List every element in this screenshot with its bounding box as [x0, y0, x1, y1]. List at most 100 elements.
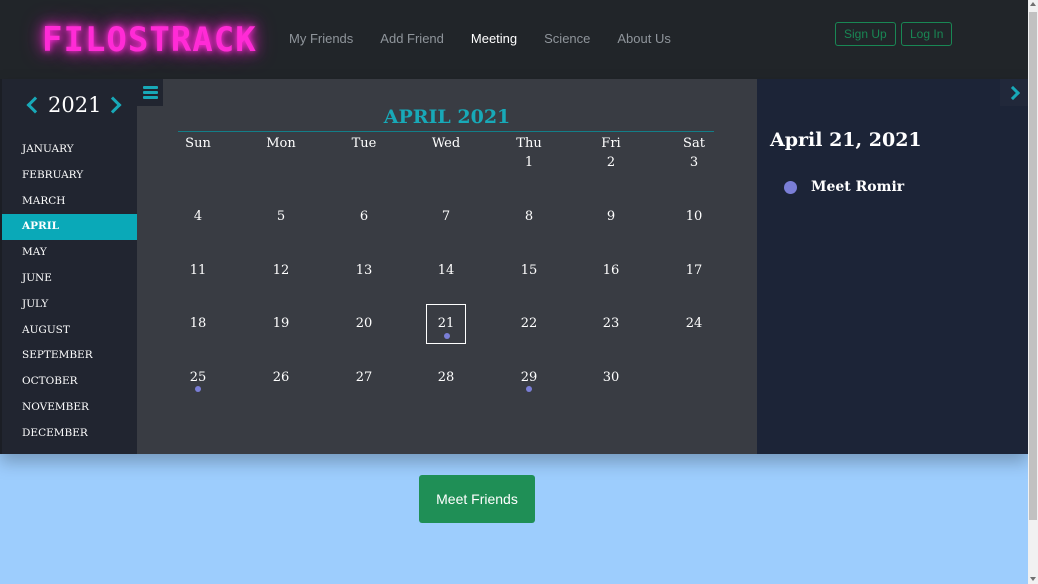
month-item-january[interactable]: JANUARY [2, 137, 137, 163]
nav-science[interactable]: Science [544, 31, 590, 46]
event-dot-icon [195, 386, 201, 392]
hamburger-icon [143, 96, 158, 99]
calendar-day[interactable]: 23 [591, 304, 631, 344]
nav-add-friend[interactable]: Add Friend [380, 31, 444, 46]
calendar-title: APRIL 2021 [383, 106, 511, 128]
month-item-february[interactable]: FEBRUARY [2, 163, 137, 189]
month-list: JANUARY FEBRUARY MARCH APRIL MAY JUNE JULY AUGU… [2, 137, 137, 447]
weekday-header: Wed [431, 136, 461, 151]
day-number: 1 [524, 155, 534, 170]
day-number: 18 [189, 316, 207, 331]
calendar-day[interactable]: 14 [426, 251, 466, 291]
calendar-day[interactable]: 19 [261, 304, 301, 344]
hamburger-icon [143, 91, 158, 94]
nav-about-us[interactable]: About Us [617, 31, 670, 46]
calendar-day[interactable]: 15 [509, 251, 549, 291]
navbar: FILOSTRACK My Friends Add Friend Meeting… [0, 0, 1028, 79]
calendar-day[interactable]: 6 [344, 197, 384, 237]
calendar-day[interactable]: 12 [261, 251, 301, 291]
day-number: 29 [520, 370, 538, 385]
month-item-july[interactable]: JULY [2, 292, 137, 318]
day-number: 21 [437, 316, 455, 331]
day-number: 27 [355, 370, 373, 385]
calendar-day[interactable]: 13 [344, 251, 384, 291]
event-panel: April 21, 2021 Meet Romir [757, 79, 1028, 454]
chevron-right-icon [1005, 85, 1021, 101]
calendar-day[interactable]: 10 [674, 197, 714, 237]
chevron-left-icon[interactable] [26, 96, 44, 114]
month-item-november[interactable]: NOVEMBER [2, 395, 137, 421]
day-number: 22 [520, 316, 538, 331]
month-item-september[interactable]: SEPTEMBER [2, 343, 137, 369]
scroll-up-icon[interactable] [1030, 2, 1036, 6]
calendar-day[interactable]: 2 [591, 143, 631, 183]
scrollbar-thumb[interactable] [1029, 12, 1037, 520]
day-number: 12 [272, 263, 290, 278]
month-item-april[interactable]: APRIL [2, 214, 137, 241]
day-number: 10 [685, 209, 703, 224]
calendar-day[interactable]: 7 [426, 197, 466, 237]
nav-links: My Friends Add Friend Meeting Science Ab… [289, 31, 698, 46]
event-dot-icon [784, 180, 797, 194]
day-number: 30 [602, 370, 620, 385]
year-selector: 2021 [26, 93, 122, 117]
month-item-october[interactable]: OCTOBER [2, 369, 137, 395]
meet-friends-button[interactable]: Meet Friends [419, 475, 535, 523]
nav-meeting[interactable]: Meeting [471, 31, 517, 46]
month-panel: 2021 JANUARY FEBRUARY MARCH APRIL MAY JUNE JUL… [0, 79, 137, 454]
calendar-day[interactable]: 16 [591, 251, 631, 291]
calendar-day[interactable]: 4 [178, 197, 218, 237]
calendar-day[interactable]: 25 [178, 358, 218, 398]
calendar-day[interactable]: 8 [509, 197, 549, 237]
day-number: 23 [602, 316, 620, 331]
calendar-day[interactable]: 5 [261, 197, 301, 237]
calendar-day[interactable]: 21 [426, 304, 466, 344]
calendar-day[interactable]: 29 [509, 358, 549, 398]
page-scrollbar[interactable] [1028, 0, 1038, 584]
day-number: 5 [276, 209, 286, 224]
month-item-december[interactable]: DECEMBER [2, 421, 137, 447]
day-number: 20 [355, 316, 373, 331]
day-number: 15 [520, 263, 538, 278]
day-number: 9 [606, 209, 616, 224]
calendar-day[interactable]: 17 [674, 251, 714, 291]
event-item[interactable]: Meet Romir [784, 179, 904, 195]
calendar-day[interactable]: 24 [674, 304, 714, 344]
calendar-day[interactable]: 22 [509, 304, 549, 344]
day-number: 11 [189, 263, 207, 278]
month-item-march[interactable]: MARCH [2, 189, 137, 215]
month-item-june[interactable]: JUNE [2, 266, 137, 292]
day-number: 4 [193, 209, 203, 224]
panel-toggle-button[interactable] [1000, 79, 1028, 106]
calendar-day[interactable]: 26 [261, 358, 301, 398]
calendar-day[interactable]: 3 [674, 143, 714, 183]
nav-my-friends[interactable]: My Friends [289, 31, 353, 46]
menu-toggle-button[interactable] [137, 79, 163, 106]
day-number: 25 [189, 370, 207, 385]
calendar-day[interactable]: 28 [426, 358, 466, 398]
calendar-day[interactable]: 11 [178, 251, 218, 291]
day-number: 16 [602, 263, 620, 278]
month-item-august[interactable]: AUGUST [2, 318, 137, 344]
log-in-button[interactable]: Log In [901, 22, 953, 46]
calendar-day[interactable]: 20 [344, 304, 384, 344]
calendar-day[interactable]: 9 [591, 197, 631, 237]
month-item-may[interactable]: MAY [2, 240, 137, 266]
calendar-day[interactable]: 1 [509, 143, 549, 183]
scroll-down-icon[interactable] [1030, 577, 1036, 581]
event-text: Meet Romir [811, 179, 905, 195]
calendar-day[interactable]: 30 [591, 358, 631, 398]
brand-logo[interactable]: FILOSTRACK [42, 20, 257, 60]
day-number: 26 [272, 370, 290, 385]
calendar-day[interactable]: 18 [178, 304, 218, 344]
weekday-header: Mon [266, 136, 296, 151]
event-date-title: April 21, 2021 [770, 129, 922, 151]
day-number: 13 [355, 263, 373, 278]
chevron-right-icon[interactable] [104, 96, 122, 114]
day-number: 14 [437, 263, 455, 278]
event-dot-icon [444, 333, 450, 339]
day-number: 17 [685, 263, 703, 278]
sign-up-button[interactable]: Sign Up [835, 22, 896, 46]
day-number: 24 [685, 316, 703, 331]
calendar-day[interactable]: 27 [344, 358, 384, 398]
